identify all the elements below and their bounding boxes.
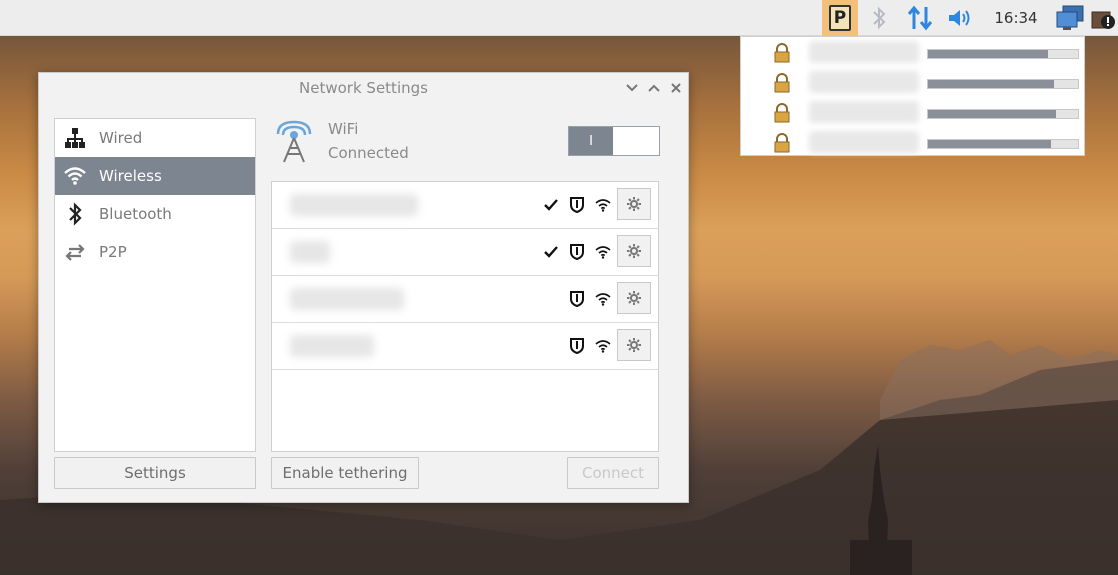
- monitor-network-icon: [1056, 5, 1084, 30]
- sidebar-item-label: Wireless: [99, 167, 162, 185]
- wifi-signal-icon: [594, 337, 612, 355]
- wifi-menu-item[interactable]: [741, 127, 1086, 157]
- minimize-button[interactable]: [623, 79, 641, 97]
- volume-icon: [949, 10, 970, 26]
- sidebar-item-label: Bluetooth: [99, 205, 172, 223]
- bluetooth-icon: [63, 202, 87, 226]
- network-settings-button[interactable]: [617, 188, 651, 220]
- signal-strength-fill: [928, 110, 1056, 118]
- network-settings-button[interactable]: [617, 282, 651, 314]
- network-row[interactable]: [272, 182, 658, 229]
- network-updown-icon: [907, 5, 933, 31]
- wifi-signal-icon: [594, 243, 612, 261]
- chevron-up-icon: [648, 84, 660, 92]
- connect-button[interactable]: Connect: [567, 457, 659, 489]
- sidebar-item-wireless[interactable]: Wireless: [55, 157, 255, 195]
- network-row[interactable]: [272, 229, 658, 276]
- chevron-down-icon: [626, 84, 638, 92]
- checkmark-icon: [542, 196, 560, 214]
- wifi-menu-ssid-redacted: [809, 131, 919, 153]
- bluetooth-tray-button[interactable]: [864, 0, 894, 36]
- toggle-on-indicator: I: [569, 127, 613, 155]
- signal-strength-fill: [928, 80, 1054, 88]
- network-name-redacted: [290, 194, 418, 216]
- update-alert-icon: [1091, 11, 1115, 29]
- gear-icon: [627, 338, 641, 352]
- settings-button[interactable]: Settings: [54, 457, 256, 489]
- priority-p-icon: P: [829, 5, 851, 31]
- connection-state: Connected: [328, 144, 409, 162]
- shield-icon: [568, 337, 586, 355]
- network-name-redacted: [290, 241, 330, 263]
- signal-strength-fill: [928, 140, 1051, 148]
- lock-icon: [774, 43, 790, 63]
- gear-icon: [627, 291, 641, 305]
- network-settings-button[interactable]: [617, 235, 651, 267]
- signal-strength-fill: [928, 50, 1048, 58]
- maximize-button[interactable]: [645, 79, 663, 97]
- sidebar-item-wired[interactable]: Wired: [55, 119, 255, 157]
- interface-name: WiFi: [328, 120, 359, 138]
- volume-tray-button[interactable]: [942, 0, 978, 36]
- network-name-redacted: [290, 288, 404, 310]
- wifi-menu-ssid-redacted: [809, 71, 919, 93]
- signal-strength-bar: [927, 79, 1079, 89]
- network-tray-button[interactable]: [902, 0, 938, 36]
- network-name-redacted: [290, 335, 374, 357]
- p2p-arrows-icon: [63, 240, 87, 264]
- wifi-status: WiFi Connected I: [272, 118, 662, 164]
- sidebar-item-p2p[interactable]: P2P: [55, 233, 255, 271]
- network-settings-button[interactable]: [617, 329, 651, 361]
- sidebar-item-bluetooth[interactable]: Bluetooth: [55, 195, 255, 233]
- titlebar[interactable]: Network Settings: [39, 73, 688, 105]
- wifi-toggle-switch[interactable]: I: [568, 126, 660, 156]
- wifi-icon: [63, 164, 87, 188]
- shield-icon: [568, 290, 586, 308]
- signal-strength-bar: [927, 49, 1079, 59]
- wifi-menu-item[interactable]: [741, 67, 1086, 97]
- enable-tethering-button[interactable]: Enable tethering: [271, 457, 419, 489]
- clock[interactable]: 16:34: [988, 0, 1044, 36]
- wired-network-icon: [63, 126, 87, 150]
- network-settings-dialog: Network Settings Wired Wireless Bluetoot…: [38, 72, 689, 503]
- network-list: [271, 181, 659, 452]
- lock-icon: [774, 73, 790, 93]
- shield-icon: [568, 196, 586, 214]
- signal-strength-bar: [927, 139, 1079, 149]
- lock-icon: [774, 133, 790, 153]
- network-manager-tray-button[interactable]: [1052, 0, 1088, 36]
- update-tray-button[interactable]: [1088, 0, 1118, 36]
- network-row[interactable]: [272, 276, 658, 323]
- wifi-signal-icon: [594, 290, 612, 308]
- connection-type-sidebar: Wired Wireless Bluetooth P2P: [54, 118, 256, 452]
- wifi-antenna-icon: [276, 120, 312, 163]
- close-icon: [671, 83, 681, 93]
- bluetooth-icon: [873, 6, 886, 30]
- gear-icon: [627, 244, 641, 258]
- shield-icon: [568, 243, 586, 261]
- wifi-menu-item[interactable]: [741, 97, 1086, 127]
- lock-icon: [774, 103, 790, 123]
- wifi-network-menu: [740, 36, 1085, 156]
- network-row[interactable]: [272, 323, 658, 370]
- gear-icon: [627, 197, 641, 211]
- sidebar-item-label: Wired: [99, 129, 143, 147]
- close-button[interactable]: [667, 79, 685, 97]
- top-panel: P 16:34: [0, 0, 1118, 36]
- wifi-menu-ssid-redacted: [809, 101, 919, 123]
- wifi-menu-item[interactable]: [741, 37, 1086, 67]
- signal-strength-bar: [927, 109, 1079, 119]
- window-title: Network Settings: [299, 79, 428, 97]
- checkmark-icon: [542, 243, 560, 261]
- sidebar-item-label: P2P: [99, 243, 127, 261]
- wifi-signal-icon: [594, 196, 612, 214]
- wifi-menu-ssid-redacted: [809, 41, 919, 63]
- priority-app-tray-button[interactable]: P: [822, 0, 858, 36]
